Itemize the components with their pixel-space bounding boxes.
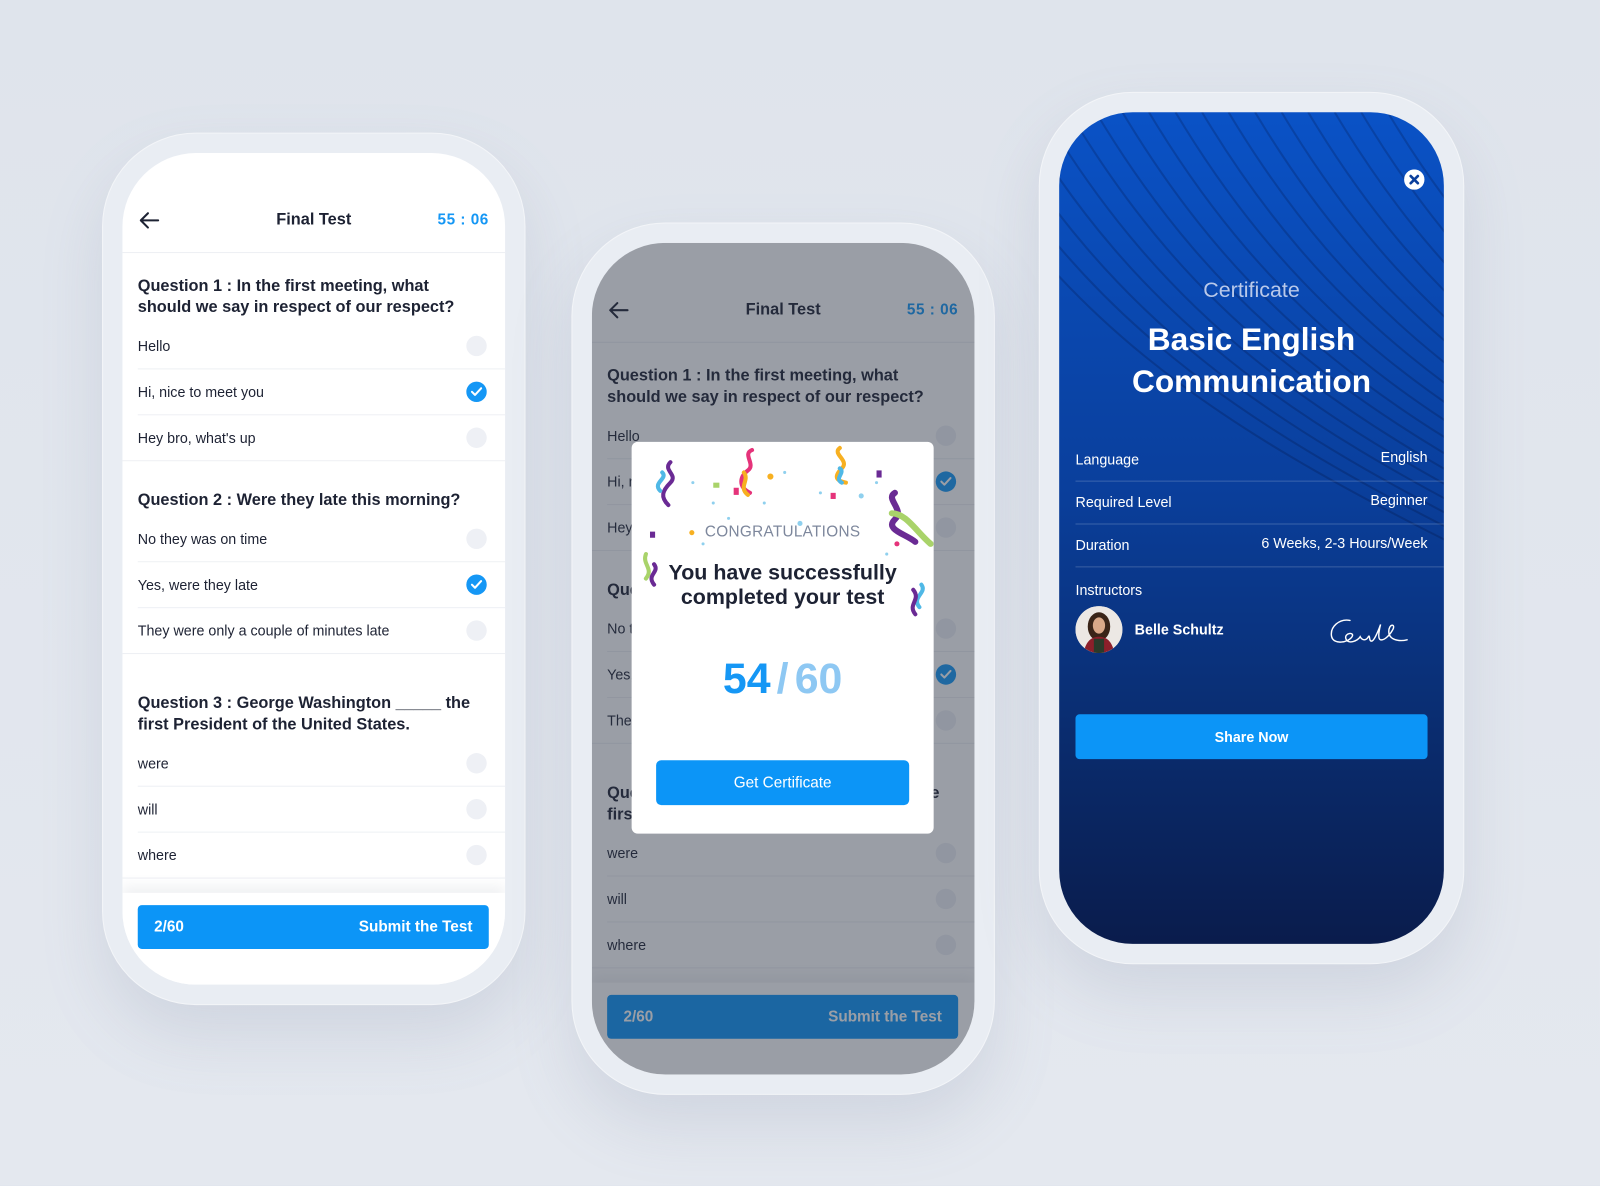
quiz-screen: Final Test 55 : 06 Question 1 : In the f… <box>122 153 506 985</box>
detail-value: Beginner <box>1370 491 1428 509</box>
answer-label: They were only a couple of minutes late <box>137 622 390 639</box>
answer-label: Hi, nice to meet you <box>137 383 265 400</box>
score-display: 54/60 <box>632 654 934 703</box>
instructors-label: Instructors <box>1075 581 1143 598</box>
certificate-screen: Certificate Basic English Communication … <box>1059 112 1444 944</box>
detail-row-level: Required Level Beginner <box>1075 482 1444 525</box>
detail-label: Language <box>1075 451 1140 468</box>
score-total: 60 <box>794 654 843 703</box>
score-value: 54 <box>722 654 771 703</box>
radio-empty-icon[interactable] <box>466 528 487 549</box>
answer-option[interactable]: will <box>137 787 506 833</box>
radio-checked-icon[interactable] <box>466 574 487 595</box>
answer-options: were will where <box>122 741 506 879</box>
certificate-label: Certificate <box>1203 278 1300 303</box>
radio-checked-icon[interactable] <box>466 381 487 403</box>
bottom-bar: 2/60 Submit the Test <box>122 892 506 985</box>
answer-label: Hello <box>137 337 171 355</box>
answer-options: No they was on time Yes, were they late Th… <box>122 516 506 655</box>
header: Final Test 55 : 06 <box>122 153 506 254</box>
question-title: Question 3 : George Washington _____ the… <box>137 694 471 734</box>
submit-label: Submit the Test <box>358 918 473 936</box>
detail-value: 6 Weeks, 2-3 Hours/Week <box>1261 534 1428 552</box>
congratulations-heading: CONGRATULATIONS <box>704 523 861 541</box>
question-title: Question 1 : In the first meeting, what … <box>137 277 455 317</box>
instructor-name: Belle Schultz <box>1134 621 1224 638</box>
progress-count: 2/60 <box>154 918 184 936</box>
close-icon[interactable] <box>1404 169 1425 190</box>
instructor-avatar <box>1075 606 1123 654</box>
answer-option[interactable]: Hi, nice to meet you <box>137 369 506 416</box>
countdown-timer: 55 : 06 <box>437 211 489 229</box>
result-modal: CONGRATULATIONS You have successfully co… <box>631 441 934 834</box>
answer-options: Hello Hi, nice to meet you Hey bro, what's… <box>122 323 506 462</box>
answer-option[interactable]: No they was on time <box>137 516 506 563</box>
radio-empty-icon[interactable] <box>466 753 487 774</box>
answer-label: Yes, were they late <box>137 576 258 593</box>
detail-row-duration: Duration 6 Weeks, 2-3 Hours/Week <box>1075 524 1444 568</box>
detail-value: English <box>1380 448 1428 466</box>
answer-label: Hey bro, what's up <box>137 429 256 446</box>
answer-option[interactable]: were <box>137 741 506 787</box>
radio-empty-icon[interactable] <box>466 798 487 820</box>
radio-empty-icon[interactable] <box>466 620 487 641</box>
detail-label: Duration <box>1075 536 1130 554</box>
answer-option[interactable]: Hey bro, what's up <box>122 415 506 462</box>
answer-label: where <box>137 846 177 864</box>
instructor-signature <box>1330 619 1408 643</box>
get-certificate-button[interactable]: Get Certificate <box>656 760 910 806</box>
radio-empty-icon[interactable] <box>466 844 487 866</box>
score-separator: / <box>776 654 789 703</box>
detail-row-language: Language English <box>1075 439 1444 482</box>
answer-option[interactable]: where <box>122 833 506 879</box>
answer-option[interactable]: Hello <box>137 323 506 370</box>
answer-label: will <box>137 801 158 818</box>
question-list: Question 1 : In the first meeting, what … <box>122 253 506 879</box>
detail-label: Required Level <box>1075 493 1172 511</box>
success-message: You have successfully completed your tes… <box>668 561 897 610</box>
submit-test-button[interactable]: 2/60 Submit the Test <box>137 905 489 949</box>
answer-option[interactable]: Yes, were they late <box>137 562 506 609</box>
answer-label: No they was on time <box>137 530 268 547</box>
radio-empty-icon[interactable] <box>466 427 487 448</box>
answer-option[interactable]: They were only a couple of minutes late <box>122 608 506 655</box>
result-screen: Final Test 55 : 06 Question 1 : In the f… <box>591 242 975 1075</box>
course-title: Basic English Communication <box>1132 321 1372 399</box>
question-title: Question 2 : Were they late this morning… <box>137 491 461 510</box>
answer-label: were <box>137 755 169 772</box>
share-now-button[interactable]: Share Now <box>1075 714 1428 760</box>
radio-empty-icon[interactable] <box>466 335 487 357</box>
